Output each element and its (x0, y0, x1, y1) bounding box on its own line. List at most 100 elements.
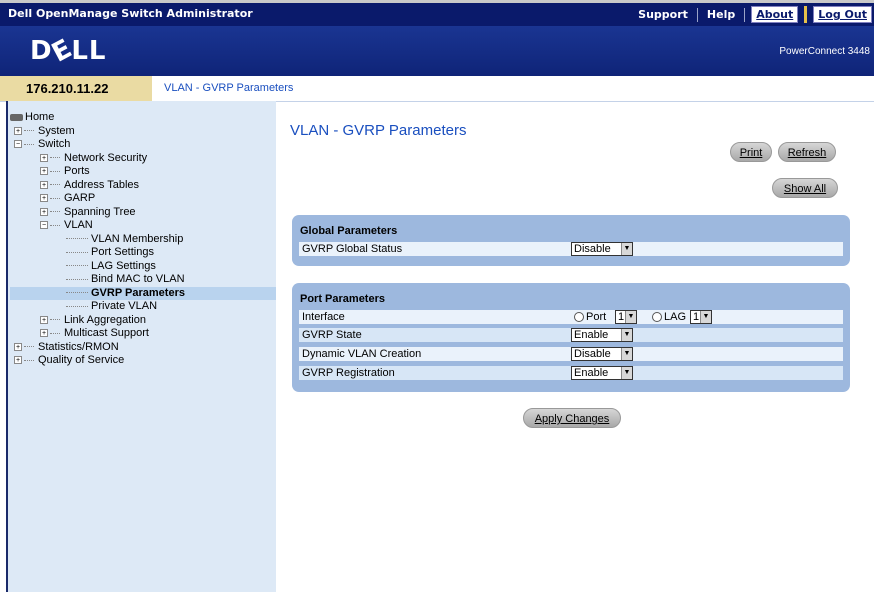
tree-item-link-aggregation[interactable]: + Link Aggregation (10, 314, 276, 328)
port-parameters-panel: Port Parameters Interface Port 1 ▼ LAG 1 ▼… (292, 283, 850, 392)
tree-item-switch[interactable]: − Switch (10, 138, 276, 152)
lag-select[interactable]: 1 ▼ (690, 310, 712, 324)
tree-label: LAG Settings (91, 259, 156, 272)
computer-icon (10, 113, 23, 121)
tree-item-garp[interactable]: + GARP (10, 192, 276, 206)
expand-icon[interactable]: + (40, 167, 48, 176)
expand-icon[interactable]: + (40, 153, 48, 162)
port-radio-group: Port (574, 310, 606, 324)
collapse-icon[interactable]: − (40, 221, 48, 230)
tree-item-vlan-membership[interactable]: VLAN Membership (10, 233, 276, 247)
gvrp-registration-select[interactable]: Enable ▼ (571, 366, 633, 380)
field-label: Dynamic VLAN Creation (302, 348, 422, 360)
chevron-down-icon: ▼ (625, 311, 636, 323)
lag-radio-group: LAG (652, 310, 686, 324)
expand-icon[interactable]: + (40, 194, 48, 203)
expand-icon[interactable]: + (14, 342, 22, 351)
expand-icon[interactable]: + (40, 180, 48, 189)
link-divider (744, 7, 746, 22)
select-value: Enable (574, 329, 609, 341)
expand-icon[interactable]: + (14, 126, 22, 135)
tree-item-port-settings[interactable]: Port Settings (10, 246, 276, 260)
tree-item-gvrp-parameters[interactable]: GVRP Parameters (10, 286, 276, 300)
page-title: VLAN - GVRP Parameters (290, 122, 467, 139)
tree-label: Ports (64, 165, 90, 177)
expand-icon[interactable]: + (40, 207, 48, 216)
field-label: Interface (302, 311, 345, 323)
chevron-down-icon: ▼ (700, 311, 711, 323)
print-button[interactable]: Print (730, 142, 772, 162)
tree-item-bind-mac[interactable]: Bind MAC to VLAN (10, 273, 276, 287)
gvrp-registration-row: GVRP Registration Enable ▼ (299, 366, 843, 380)
tree-label: Private VLAN (91, 300, 158, 312)
tree-label: Spanning Tree (64, 205, 136, 218)
chevron-down-icon: ▼ (621, 367, 632, 379)
global-parameters-panel: Global Parameters GVRP Global Status Dis… (292, 215, 850, 266)
field-label: GVRP Global Status (302, 243, 403, 255)
tree-label: Quality of Service (38, 354, 125, 366)
tree-label: Network Security (64, 151, 148, 164)
tree-label: GARP (64, 192, 96, 204)
port-radio-label: Port (586, 311, 607, 323)
field-label: GVRP State (302, 329, 362, 341)
lag-radio-label: LAG (664, 311, 687, 323)
nav-tree-panel: Home + System − Switch + Network Security +… (8, 101, 276, 592)
tree-item-lag-settings[interactable]: LAG Settings (10, 260, 276, 274)
lag-radio[interactable] (652, 312, 662, 323)
gvrp-global-status-select[interactable]: Disable ▼ (571, 242, 633, 256)
tree-item-home[interactable]: Home (10, 111, 276, 125)
header-banner: DELL PowerConnect 3448 (0, 26, 874, 76)
tree-label: Address Tables (64, 178, 140, 191)
field-label: GVRP Registration (302, 367, 395, 379)
address-bar: 176.210.11.22 VLAN - GVRP Parameters (0, 76, 874, 102)
tree-label: System (38, 124, 75, 137)
tree-label: Statistics/RMON (38, 340, 119, 353)
main-content: VLAN - GVRP Parameters Print Refresh Sho… (276, 101, 874, 592)
tree-label: Home (25, 111, 55, 123)
tree-item-network-security[interactable]: + Network Security (10, 152, 276, 166)
tree-item-multicast[interactable]: + Multicast Support (10, 327, 276, 341)
tree-item-vlan[interactable]: − VLAN (10, 219, 276, 233)
tree-item-statistics[interactable]: + Statistics/RMON (10, 341, 276, 355)
tree-label: VLAN Membership (91, 232, 184, 245)
tree-label: Link Aggregation (64, 313, 146, 326)
tree-item-spanning-tree[interactable]: + Spanning Tree (10, 206, 276, 220)
model-name: PowerConnect 3448 (779, 46, 870, 57)
breadcrumb: VLAN - GVRP Parameters (164, 82, 294, 94)
select-value: Disable (574, 348, 611, 360)
select-value: 1 (693, 311, 700, 323)
port-radio[interactable] (574, 312, 584, 323)
dynamic-vlan-select[interactable]: Disable ▼ (571, 347, 633, 361)
support-link[interactable]: Support (629, 8, 697, 21)
tree-label: Bind MAC to VLAN (91, 273, 185, 285)
top-bar: Dell OpenManage Switch Administrator Sup… (0, 0, 874, 26)
help-link[interactable]: Help (698, 8, 744, 21)
expand-icon[interactable]: + (40, 329, 48, 338)
logout-link[interactable]: Log Out (813, 6, 872, 23)
expand-icon[interactable]: + (40, 315, 48, 324)
expand-icon[interactable]: + (14, 356, 22, 365)
select-value: 1 (618, 311, 625, 323)
about-link[interactable]: About (751, 6, 799, 23)
select-value: Enable (574, 367, 609, 379)
link-divider (804, 6, 808, 23)
select-value: Disable (574, 243, 611, 255)
tree-label: GVRP Parameters (91, 286, 185, 299)
gvrp-state-select[interactable]: Enable ▼ (571, 328, 633, 342)
tree-item-ports[interactable]: + Ports (10, 165, 276, 179)
panel-header: Port Parameters (300, 293, 385, 305)
tree-item-private-vlan[interactable]: Private VLAN (10, 300, 276, 314)
gvrp-global-status-row: GVRP Global Status Disable ▼ (299, 242, 843, 256)
chevron-down-icon: ▼ (621, 348, 632, 360)
tree-item-qos[interactable]: + Quality of Service (10, 354, 276, 368)
chevron-down-icon: ▼ (621, 329, 632, 341)
show-all-button[interactable]: Show All (772, 178, 838, 198)
apply-changes-button[interactable]: Apply Changes (523, 408, 621, 428)
dell-logo: DELL (30, 33, 107, 69)
tree-item-system[interactable]: + System (10, 125, 276, 139)
tree-item-address-tables[interactable]: + Address Tables (10, 179, 276, 193)
refresh-button[interactable]: Refresh (778, 142, 836, 162)
collapse-icon[interactable]: − (14, 140, 22, 149)
port-select[interactable]: 1 ▼ (615, 310, 637, 324)
panel-header: Global Parameters (300, 225, 398, 237)
